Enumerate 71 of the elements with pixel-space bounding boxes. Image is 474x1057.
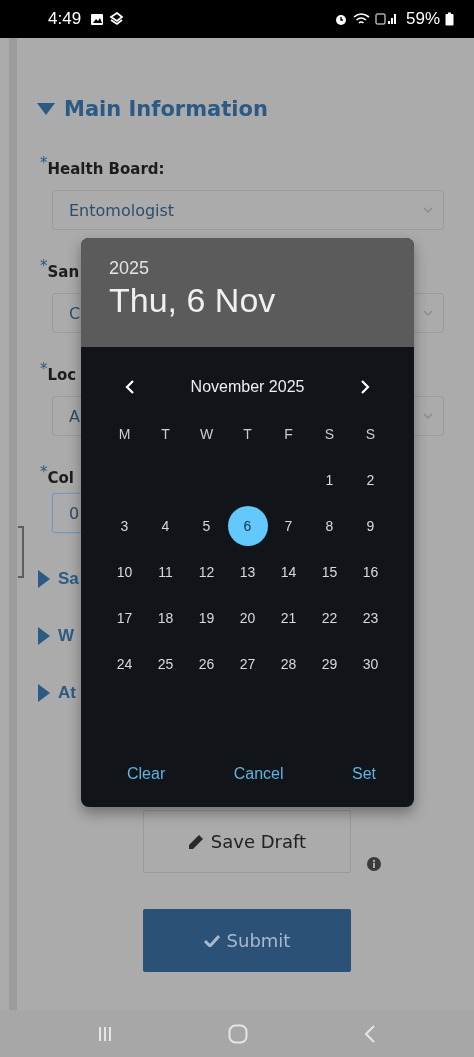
- calendar-day[interactable]: 7: [268, 506, 309, 546]
- dialog-action-button[interactable]: Cancel: [227, 761, 290, 787]
- calendar-day[interactable]: 24: [104, 644, 145, 684]
- layers-icon: [109, 12, 125, 26]
- calendar-day[interactable]: 8: [309, 506, 350, 546]
- chevron-down-icon: [423, 207, 433, 213]
- calendar-day[interactable]: 22: [309, 598, 350, 638]
- calendar-day[interactable]: 16: [350, 552, 391, 592]
- field-label: Loc: [47, 365, 77, 386]
- battery-icon: [445, 12, 454, 26]
- weekday-label: M: [117, 426, 132, 442]
- field-label: San: [47, 262, 80, 283]
- calendar-day[interactable]: 26: [186, 644, 227, 684]
- calendar-day[interactable]: 19: [186, 598, 227, 638]
- calendar-day[interactable]: 10: [104, 552, 145, 592]
- picker-year: 2025: [109, 258, 151, 279]
- info-icon[interactable]: [367, 857, 381, 871]
- signal-icon: [374, 12, 399, 26]
- calendar-day[interactable]: 28: [268, 644, 309, 684]
- dialog-action-button[interactable]: Clear: [121, 761, 172, 787]
- weekday-label: T: [160, 426, 171, 442]
- calendar-day[interactable]: 5: [186, 506, 227, 546]
- calendar-day[interactable]: 20: [227, 598, 268, 638]
- calendar-day[interactable]: 15: [309, 552, 350, 592]
- field-label: Col: [47, 468, 74, 489]
- calendar-day[interactable]: 21: [268, 598, 309, 638]
- weekday-label: F: [283, 426, 294, 442]
- select-field[interactable]: Entomologist: [52, 190, 444, 230]
- calendar-day[interactable]: 30: [350, 644, 391, 684]
- status-time: 4:49: [48, 9, 82, 29]
- required-asterisk: *: [40, 259, 48, 273]
- calendar-day[interactable]: 29: [309, 644, 350, 684]
- calendar-day[interactable]: 1: [309, 460, 350, 500]
- required-asterisk: *: [40, 465, 48, 479]
- submit-button[interactable]: Submit: [143, 909, 351, 972]
- calendar-day[interactable]: 3: [104, 506, 145, 546]
- calendar-day[interactable]: 12: [186, 552, 227, 592]
- weekday-label: S: [364, 426, 377, 442]
- chevron-right-icon: [360, 380, 370, 394]
- selected-day[interactable]: 6: [227, 506, 268, 546]
- check-icon: [203, 934, 220, 947]
- calendar-day[interactable]: 27: [227, 644, 268, 684]
- calendar-day[interactable]: 11: [145, 552, 186, 592]
- battery-level: 59%: [405, 9, 440, 29]
- required-asterisk: *: [40, 156, 48, 170]
- wifi-icon: [352, 12, 370, 26]
- calendar-day[interactable]: 18: [145, 598, 186, 638]
- dialog-action-button[interactable]: Set: [346, 761, 382, 787]
- calendar-day[interactable]: 17: [104, 598, 145, 638]
- weekday-label: W: [198, 426, 215, 442]
- alarm-icon: [333, 12, 348, 26]
- weekday-label: S: [323, 426, 336, 442]
- calendar-day[interactable]: 13: [227, 552, 268, 592]
- calendar-day[interactable]: 4: [145, 506, 186, 546]
- chevron-down-icon: [423, 413, 433, 419]
- weekday-label: T: [242, 426, 253, 442]
- calendar-day[interactable]: 9: [350, 506, 391, 546]
- chevron-left-icon: [125, 380, 135, 394]
- chevron-down-icon: [423, 310, 433, 316]
- calendar-day[interactable]: 25: [145, 644, 186, 684]
- calendar-day[interactable]: 2: [350, 460, 391, 500]
- save-draft-button[interactable]: Save Draft: [143, 810, 351, 873]
- pencil-icon: [187, 833, 204, 850]
- field-label: Health Board:: [47, 159, 165, 180]
- picker-date: Thu, 6 Nov: [109, 280, 277, 321]
- required-asterisk: *: [40, 362, 48, 376]
- gallery-icon: [90, 12, 105, 26]
- calendar-day[interactable]: 23: [350, 598, 391, 638]
- calendar-day[interactable]: 14: [268, 552, 309, 592]
- month-title: November 2025: [190, 378, 305, 396]
- bracket-mark: [18, 526, 24, 578]
